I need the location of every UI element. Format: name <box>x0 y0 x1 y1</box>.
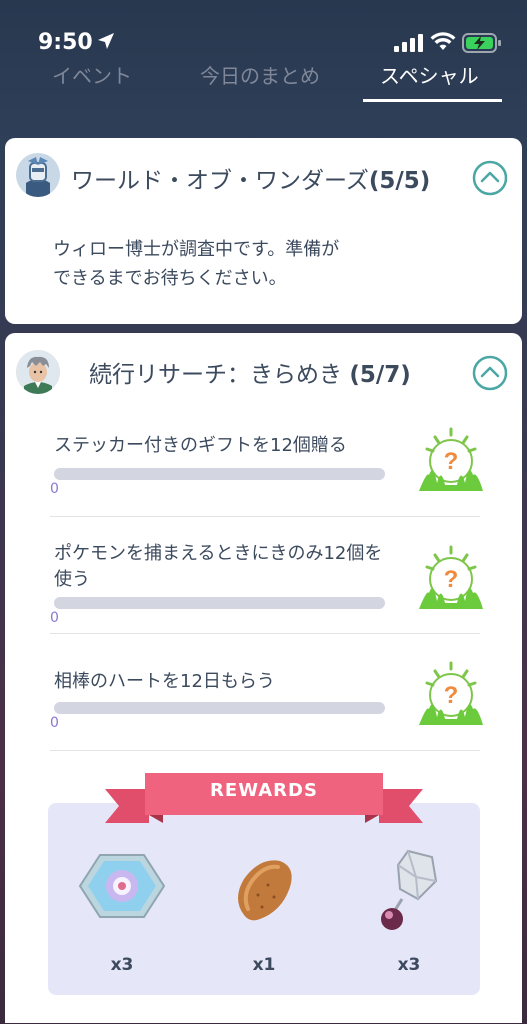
task-progress-bar <box>54 702 385 714</box>
research-title: ワールド・オブ・ワンダーズ(5/5) <box>71 161 430 195</box>
task-progress-count: 0 <box>50 481 59 497</box>
task-progress-bar <box>54 597 385 609</box>
task-description: 相棒のハートを12日もらう <box>54 671 275 692</box>
wifi-icon <box>430 32 456 50</box>
cellular-signal-icon <box>394 34 423 52</box>
location-arrow-icon <box>98 33 114 49</box>
mystery-encounter-icon: ? <box>419 661 483 725</box>
berry-icon <box>238 860 292 921</box>
status-time: 9:50 <box>38 30 93 55</box>
research-title: 続行リサーチ：きらめき (5/7) <box>89 355 411 389</box>
task-divider <box>50 516 480 517</box>
task-divider <box>50 633 480 634</box>
rewards-label: REWARDS <box>210 780 318 801</box>
tab-special[interactable]: スペシャル <box>380 60 479 89</box>
task-description: ステッカー付きのギフトを12個贈る <box>54 435 347 456</box>
active-tab-indicator <box>363 99 502 102</box>
task-progress-count: 0 <box>50 610 59 626</box>
task-divider <box>50 750 480 751</box>
task-progress-count: 0 <box>50 715 59 731</box>
reward-quantity: x3 <box>397 955 421 975</box>
reward-quantity: x3 <box>110 955 134 975</box>
reward-quantity: x1 <box>252 955 276 975</box>
evolution-item-icon <box>381 849 438 930</box>
task-progress-bar <box>54 468 385 480</box>
task-description: ポケモンを捕まえるときにきのみ12個を使う <box>54 543 383 590</box>
svg-text:?: ? <box>444 448 459 475</box>
research-title-text: ワールド・オブ・ワンダーズ <box>71 168 369 194</box>
research-progress: (5/7) <box>349 362 411 388</box>
collapse-chevron-icon[interactable] <box>472 160 508 196</box>
lure-module-icon <box>78 854 166 918</box>
mystery-encounter-icon: ? <box>419 545 483 609</box>
research-avatar-icon <box>16 153 60 197</box>
tab-events[interactable]: イベント <box>52 60 132 89</box>
professor-avatar-icon <box>16 350 60 394</box>
battery-charging-icon <box>462 33 501 53</box>
research-progress: (5/5) <box>368 168 431 194</box>
mystery-encounter-icon: ? <box>419 427 483 491</box>
research-title-text: 続行リサーチ：きらめき <box>89 362 350 388</box>
tab-bar: イベント 今日のまとめ スペシャル <box>0 56 527 100</box>
tab-today-summary[interactable]: 今日のまとめ <box>200 60 320 89</box>
svg-text:?: ? <box>444 566 459 593</box>
collapse-chevron-icon[interactable] <box>472 355 508 391</box>
status-bar: 9:50 <box>0 0 527 60</box>
research-card-continued: 続行リサーチ：きらめき (5/7) ステッカー付きのギフトを12個贈る 0 ? … <box>5 333 522 1023</box>
research-card-world-of-wonders: ワールド・オブ・ワンダーズ(5/5) ウィロー博士が調査中です。準備が できるま… <box>5 138 522 324</box>
svg-text:?: ? <box>444 682 459 709</box>
research-description: ウィロー博士が調査中です。準備が できるまでお待ちください。 <box>53 239 340 289</box>
